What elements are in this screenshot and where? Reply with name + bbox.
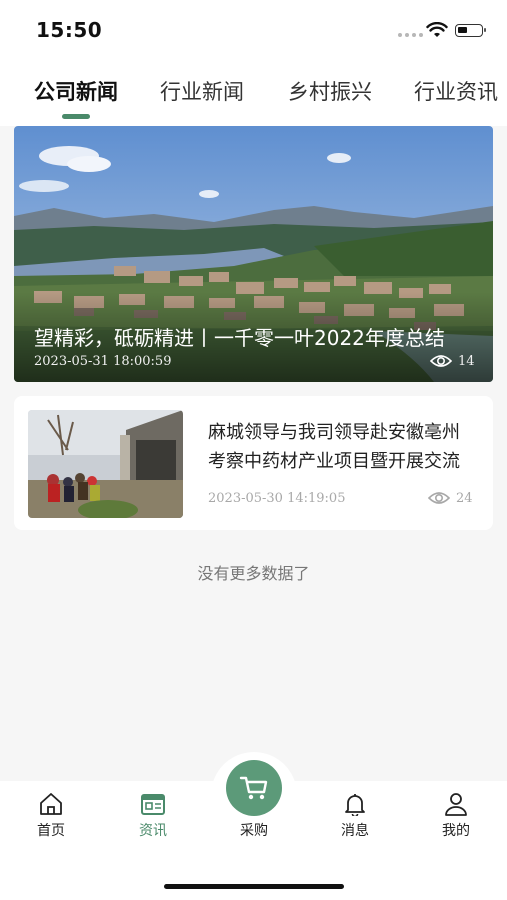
tab-mine[interactable]: 我的 [426,792,486,840]
tab-active-indicator [62,114,90,119]
tab-purchase-label[interactable]: 采购 [224,820,284,840]
hero-banner[interactable]: 望精彩，砥砺精进丨一千零一叶2022年度总结 2023-05-31 18:00:… [14,126,493,382]
hero-date: 2023-05-31 18:00:59 [34,354,172,369]
news-date: 2023-05-30 14:19:05 [208,491,346,506]
tab-news[interactable]: 资讯 [123,792,183,840]
news-view-count: 24 [456,491,473,506]
cart-icon [239,776,268,800]
eye-icon [430,355,452,367]
no-more-data-text: 没有更多数据了 [197,564,310,583]
tab-company-news[interactable]: 公司新闻 [34,76,118,106]
wifi-icon [426,22,448,37]
home-icon [40,793,62,815]
tab-news-label: 资讯 [139,823,167,839]
user-icon [445,793,467,816]
news-card[interactable]: 麻城领导与我司领导赴安徽亳州考察中药材产业项目暨开展交流活动 2023-05-3… [14,396,493,530]
tab-industry-info[interactable]: 行业资讯 [414,76,498,106]
tab-home[interactable]: 首页 [21,792,81,840]
tab-messages[interactable]: 消息 [325,792,385,840]
tab-home-label: 首页 [37,823,65,839]
bell-icon [345,794,365,816]
status-time: 15:50 [36,18,103,42]
home-indicator[interactable] [164,884,344,889]
battery-icon [455,24,486,37]
news-icon [141,794,165,815]
tab-mine-label: 我的 [442,823,470,839]
status-bar: 15:50 [0,0,507,62]
purchase-button[interactable] [226,760,282,816]
tab-rural-revitalization[interactable]: 乡村振兴 [288,76,372,106]
news-title: 麻城领导与我司领导赴安徽亳州考察中药材产业项目暨开展交流活动 [208,422,460,472]
hero-view-count: 14 [458,354,475,369]
category-tabs: 公司新闻 行业新闻 乡村振兴 行业资讯 [0,62,507,126]
eye-icon [428,492,450,504]
tab-industry-news[interactable]: 行业新闻 [160,76,244,106]
news-thumbnail [28,410,183,518]
signal-dots-icon [398,33,423,37]
hero-title: 望精彩，砥砺精进丨一千零一叶2022年度总结 [34,326,445,350]
tab-messages-label: 消息 [341,823,369,839]
